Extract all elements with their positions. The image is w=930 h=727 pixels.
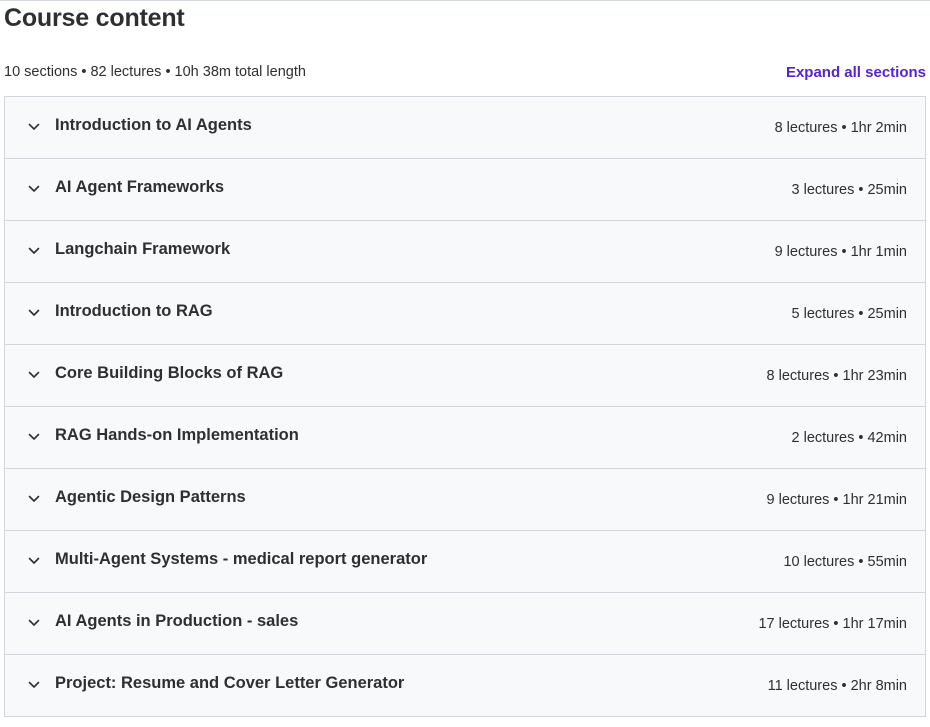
section-meta: 2 lectures • 42min [791,429,908,446]
section-row[interactable]: Introduction to AI Agents 8 lectures • 1… [5,97,925,159]
chevron-down-icon [27,430,41,444]
chevron-down-icon [27,492,41,506]
chevron-down-icon [27,678,41,692]
section-row[interactable]: Agentic Design Patterns 9 lectures • 1hr… [5,469,925,531]
chevron-down-icon [27,244,41,258]
section-row[interactable]: Introduction to RAG 5 lectures • 25min [5,283,925,345]
section-meta: 17 lectures • 1hr 17min [758,615,907,632]
top-divider [0,0,930,1]
chevron-down-icon [27,616,41,630]
section-meta: 8 lectures • 1hr 23min [766,367,907,384]
chevron-down-icon [27,182,41,196]
course-summary-bar: 10 sections • 82 lectures • 10h 38m tota… [4,62,926,82]
section-title: Multi-Agent Systems - medical report gen… [55,550,428,568]
section-meta: 5 lectures • 25min [791,305,908,322]
section-row-left: AI Agents in Production - sales [5,612,299,633]
chevron-down-icon [27,120,41,134]
section-row[interactable]: Langchain Framework 9 lectures • 1hr 1mi… [5,221,925,283]
section-title: Core Building Blocks of RAG [55,364,284,382]
section-title: Langchain Framework [55,240,231,258]
section-title: Introduction to RAG [55,302,213,320]
section-row[interactable]: Core Building Blocks of RAG 8 lectures •… [5,345,925,407]
section-row-left: Introduction to AI Agents [5,116,252,137]
section-row[interactable]: Project: Resume and Cover Letter Generat… [5,655,925,716]
section-title: RAG Hands-on Implementation [55,426,299,444]
section-row[interactable]: Multi-Agent Systems - medical report gen… [5,531,925,593]
expand-all-sections-button[interactable]: Expand all sections [786,64,926,81]
section-meta: 3 lectures • 25min [791,181,908,198]
page-title: Course content [4,4,185,32]
section-row[interactable]: AI Agent Frameworks 3 lectures • 25min [5,159,925,221]
chevron-down-icon [27,306,41,320]
section-title: AI Agents in Production - sales [55,612,299,630]
section-row-left: Langchain Framework [5,240,231,261]
section-meta: 10 lectures • 55min [783,553,907,570]
section-list: Introduction to AI Agents 8 lectures • 1… [4,96,926,717]
section-meta: 8 lectures • 1hr 2min [774,119,907,136]
section-row-left: Agentic Design Patterns [5,488,246,509]
section-row[interactable]: AI Agents in Production - sales 17 lectu… [5,593,925,655]
course-summary-text: 10 sections • 82 lectures • 10h 38m tota… [4,64,306,80]
section-row-left: Core Building Blocks of RAG [5,364,284,385]
section-row-left: Introduction to RAG [5,302,213,323]
section-row[interactable]: RAG Hands-on Implementation 2 lectures •… [5,407,925,469]
section-row-left: Project: Resume and Cover Letter Generat… [5,674,405,695]
section-title: Project: Resume and Cover Letter Generat… [55,674,405,692]
section-title: Agentic Design Patterns [55,488,246,506]
chevron-down-icon [27,368,41,382]
section-meta: 9 lectures • 1hr 21min [766,491,907,508]
section-row-left: AI Agent Frameworks [5,178,225,199]
section-title: Introduction to AI Agents [55,116,252,134]
section-row-left: RAG Hands-on Implementation [5,426,299,447]
section-title: AI Agent Frameworks [55,178,225,196]
section-meta: 11 lectures • 2hr 8min [767,677,907,694]
section-meta: 9 lectures • 1hr 1min [774,243,907,260]
section-row-left: Multi-Agent Systems - medical report gen… [5,550,428,571]
chevron-down-icon [27,554,41,568]
